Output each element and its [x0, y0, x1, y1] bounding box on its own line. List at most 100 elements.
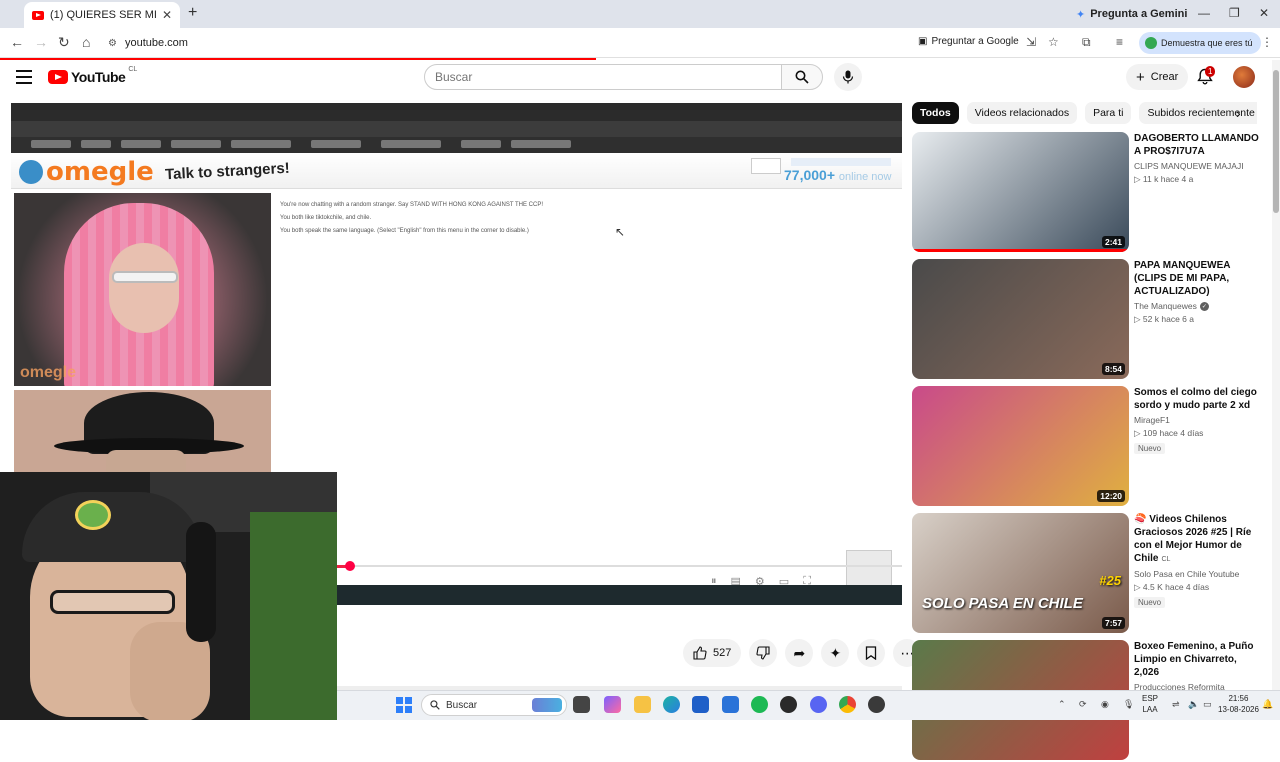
search-button[interactable]	[781, 64, 823, 90]
reload-icon[interactable]: ↻	[58, 34, 70, 51]
new-tab-button[interactable]: +	[188, 4, 197, 22]
video-thumbnail[interactable]: 2:41	[912, 132, 1129, 252]
notification-center-icon[interactable]: 🔔	[1262, 699, 1273, 710]
chip-for-you[interactable]: Para ti	[1085, 102, 1132, 124]
volume-icon[interactable]: 🔈	[1188, 699, 1199, 710]
avatar[interactable]	[1233, 66, 1255, 88]
battery-icon[interactable]: ▭	[1203, 699, 1212, 710]
install-icon[interactable]: ⇲	[1026, 35, 1036, 49]
network-icon[interactable]: ⇌	[1172, 699, 1180, 710]
create-button[interactable]: + Crear	[1126, 64, 1189, 90]
copilot-icon[interactable]	[604, 696, 621, 713]
clock-time: 21:56	[1228, 694, 1249, 703]
youtube-logo[interactable]: YouTube CL	[48, 66, 137, 85]
recommendation-item[interactable]: SOLO PASA EN CHILE #25 7:57 🍣 Videos Chilen…	[912, 513, 1262, 635]
minimize-icon[interactable]: —	[1198, 6, 1210, 20]
upload-age: hace 6 a	[1161, 314, 1194, 324]
view-count: 11 k	[1142, 174, 1159, 184]
hamburger-menu-icon[interactable]	[16, 70, 32, 84]
channel-name[interactable]: CLIPS MANQUEWE MAJAJI	[1134, 161, 1262, 171]
search-input[interactable]	[435, 70, 781, 84]
scrollbar-thumb[interactable]	[1273, 70, 1279, 213]
taskbar-clock[interactable]: 21:56 13-08-2026	[1218, 693, 1259, 715]
tray-expand-icon[interactable]: ⌃	[1058, 699, 1066, 710]
tab-search-icon[interactable]: ≡	[1116, 35, 1123, 49]
task-view-icon[interactable]	[573, 696, 590, 713]
tab-close-icon[interactable]: ✕	[162, 8, 172, 22]
search-box[interactable]	[424, 64, 782, 90]
channel-name[interactable]: The Manquewes ✓	[1134, 301, 1262, 311]
video-meta: ▷ 52 k hace 6 a	[1134, 314, 1262, 325]
like-button[interactable]: 527	[683, 639, 742, 667]
gemini-button[interactable]: ✦ Pregunta a Gemini	[1076, 5, 1187, 23]
microphone-icon	[842, 70, 854, 84]
window-close-icon[interactable]: ✕	[1259, 6, 1269, 20]
file-explorer-icon[interactable]	[634, 696, 651, 713]
chat-line: You're now chatting with a random strang…	[280, 202, 544, 208]
store-icon[interactable]	[692, 696, 709, 713]
site-info-icon[interactable]: ⚙	[108, 38, 117, 49]
xbox-icon[interactable]	[780, 696, 797, 713]
dislike-button[interactable]	[749, 639, 778, 667]
chat-line: You both like tiktokchile, and chile.	[280, 215, 372, 221]
video-title[interactable]: Boxeo Femenino, a Puño Limpio en Chivarr…	[1134, 640, 1262, 679]
chip-related[interactable]: Videos relacionados	[966, 102, 1078, 124]
recommendation-item[interactable]: 8:54 PAPA MANQUEWEA (CLIPS DE MI PAPA, AC…	[912, 259, 1262, 381]
tray-app-icon[interactable]: ⟳	[1079, 699, 1087, 710]
ask-ai-button[interactable]: ✦	[821, 639, 850, 667]
forward-icon[interactable]: →	[34, 34, 48, 50]
chrome-icon[interactable]	[839, 696, 856, 713]
prove-human-button[interactable]: Demuestra que eres tú	[1139, 32, 1261, 54]
spotify-icon[interactable]	[751, 696, 768, 713]
sparkle-icon: ✦	[829, 644, 842, 661]
online-count-suffix: online now	[838, 171, 892, 183]
share-button[interactable]: ➦	[785, 639, 814, 667]
video-info: 🍣 Videos Chilenos Graciosos 2026 #25 | R…	[1134, 513, 1262, 608]
chip-all[interactable]: Todos	[912, 102, 959, 124]
address-bar[interactable]: ⚙ youtube.com	[108, 32, 1008, 54]
extensions-icon[interactable]: ⧉	[1082, 35, 1091, 50]
chevron-right-icon[interactable]: ›	[1236, 105, 1241, 121]
youtube-wordmark: YouTube	[71, 69, 126, 85]
webcam-watermark: omegle	[20, 364, 77, 381]
maximize-icon[interactable]: ❐	[1229, 6, 1240, 20]
create-label: Crear	[1150, 71, 1179, 83]
video-thumbnail[interactable]: 12:20	[912, 386, 1129, 506]
recommendation-item[interactable]: 12:20 Somos el colmo del ciego sordo y mu…	[912, 386, 1262, 508]
ask-google-button[interactable]: ▣ Preguntar a Google	[918, 36, 1019, 47]
discord-icon[interactable]	[810, 696, 827, 713]
outlook-icon[interactable]	[722, 696, 739, 713]
more-menu-icon[interactable]: ⋮	[1261, 35, 1273, 49]
obs-icon[interactable]	[868, 696, 885, 713]
save-button[interactable]	[857, 639, 886, 667]
video-duration: 2:41	[1101, 236, 1125, 248]
video-thumbnail[interactable]: 8:54	[912, 259, 1129, 379]
video-title[interactable]: Somos el colmo del ciego sordo y mudo pa…	[1134, 386, 1262, 412]
channel-name[interactable]: Solo Pasa en Chile Youtube	[1134, 569, 1262, 579]
verified-check-icon: ✓	[1199, 301, 1209, 311]
tab-title: (1) QUIERES SER MI ONII-CHAN	[50, 9, 156, 21]
video-title[interactable]: DAGOBERTO LLAMANDO A PRO$7I7U7A	[1134, 132, 1262, 158]
edge-icon[interactable]	[663, 696, 680, 713]
video-title[interactable]: 🍣 Videos Chilenos Graciosos 2026 #25 | R…	[1134, 513, 1262, 566]
video-scrubber[interactable]	[344, 561, 355, 571]
back-icon[interactable]: ←	[10, 34, 24, 50]
prove-human-label: Demuestra que eres tú	[1161, 38, 1253, 48]
recommendation-item[interactable]: 2:41 DAGOBERTO LLAMANDO A PRO$7I7U7A CLIPS…	[912, 132, 1262, 254]
bookmark-star-icon[interactable]: ☆	[1048, 35, 1059, 49]
taskbar-search[interactable]: Buscar	[421, 694, 567, 716]
windows-start-icon[interactable]	[396, 697, 412, 713]
video-thumbnail[interactable]: SOLO PASA EN CHILE #25 7:57	[912, 513, 1129, 633]
home-icon[interactable]: ⌂	[82, 34, 90, 50]
browser-tab[interactable]: (1) QUIERES SER MI ONII-CHAN ✕	[24, 2, 180, 28]
online-count-number: 77,000+	[784, 167, 835, 183]
channel-name[interactable]: MirageF1	[1134, 415, 1262, 425]
share-icon: ➦	[793, 644, 806, 661]
tray-game-icon[interactable]: ◉	[1101, 699, 1109, 710]
voice-search-button[interactable]	[834, 63, 862, 91]
input-language-indicator[interactable]: ESP LAA	[1142, 693, 1158, 715]
video-title[interactable]: PAPA MANQUEWEA (CLIPS DE MI PAPA, ACTUAL…	[1134, 259, 1262, 298]
country-code: CL	[1161, 556, 1171, 563]
search-highlight-icon	[532, 698, 562, 712]
tray-mic-icon[interactable]: 🎙	[1123, 699, 1134, 710]
